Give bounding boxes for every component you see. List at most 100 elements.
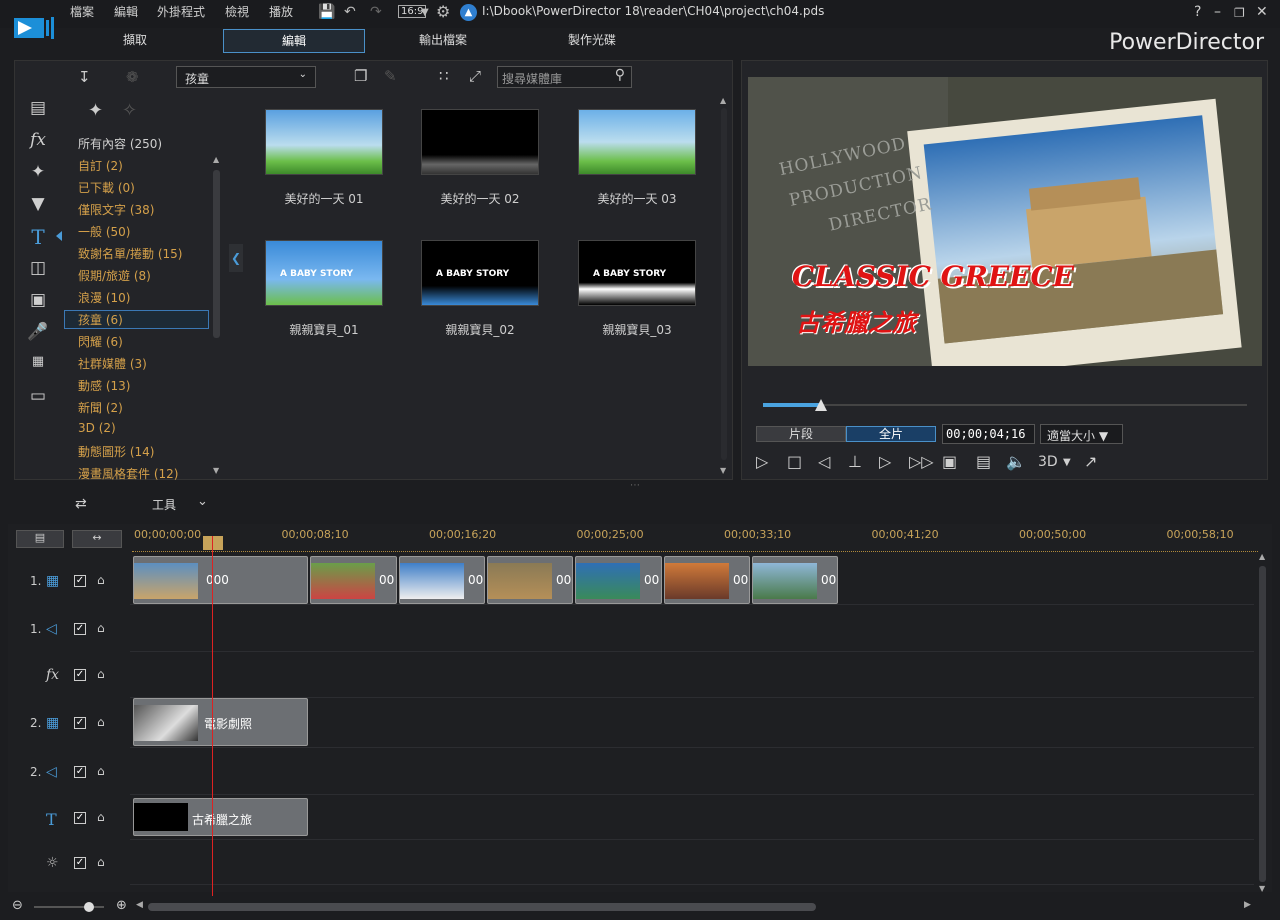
previous-frame-icon[interactable]: ◁ xyxy=(818,452,830,471)
track-row[interactable] xyxy=(130,652,1254,698)
track-height-icon[interactable]: ↔ xyxy=(72,530,122,548)
template-thumbnail[interactable]: A BABY STORY xyxy=(578,240,696,306)
notification-bell-icon[interactable]: ▲ xyxy=(460,4,477,21)
template-thumbnail[interactable] xyxy=(421,109,539,175)
menu-file[interactable]: 檔案 xyxy=(70,3,94,20)
category-item[interactable]: 動感 (13) xyxy=(78,377,130,394)
save-icon[interactable]: 💾 xyxy=(318,4,335,20)
category-item[interactable]: 社群媒體 (3) xyxy=(78,355,147,372)
template-thumbnail[interactable]: A BABY STORY xyxy=(265,240,383,306)
undo-icon[interactable]: ↶ xyxy=(344,4,356,20)
restore-icon[interactable]: ❐ xyxy=(1234,6,1245,20)
menu-play[interactable]: 播放 xyxy=(269,3,293,20)
timeline-horizontal-scrollbar[interactable] xyxy=(148,903,816,911)
scroll-up-icon[interactable]: ▲ xyxy=(213,155,219,164)
media-room-icon[interactable]: ▤ xyxy=(24,98,52,118)
preview-viewer[interactable]: HOLLYWOOD PRODUCTION DIRECTOR CLASSIC GR… xyxy=(748,77,1262,366)
volume-icon[interactable]: 🔈 xyxy=(1006,452,1026,471)
category-item[interactable]: 3D (2) xyxy=(78,421,116,435)
timeline-clip[interactable]: 00 xyxy=(487,556,573,604)
scroll-down-icon[interactable]: ▼ xyxy=(720,466,726,475)
fx-room-icon[interactable]: fx xyxy=(24,130,52,150)
category-item[interactable]: 一般 (50) xyxy=(78,223,130,240)
category-item[interactable]: 已下載 (0) xyxy=(78,179,135,196)
preview-progress-track[interactable] xyxy=(763,404,1247,406)
template-thumbnail[interactable]: A BABY STORY xyxy=(421,240,539,306)
chapter-room-icon[interactable]: ▦ xyxy=(24,354,52,369)
template-thumbnail[interactable] xyxy=(578,109,696,175)
category-item[interactable]: 假期/旅遊 (8) xyxy=(78,267,151,284)
track-row[interactable] xyxy=(130,748,1254,795)
scroll-right-icon[interactable]: ▶ xyxy=(1244,900,1251,910)
help-button[interactable]: ? xyxy=(1194,4,1201,20)
scroll-up-icon[interactable]: ▲ xyxy=(720,96,726,105)
lock-icon[interactable]: ⌂ xyxy=(97,810,105,824)
library-scrollbar[interactable] xyxy=(721,108,727,460)
particle-room-icon[interactable]: ▼ xyxy=(24,194,52,214)
timeline-clip[interactable]: 古希臘之旅 xyxy=(133,798,308,836)
fast-forward-icon[interactable]: ▷▷ xyxy=(909,452,934,471)
gear-icon[interactable]: ⚙ xyxy=(436,2,450,21)
chevron-down-icon[interactable]: ⌄ xyxy=(197,494,208,509)
chevron-down-icon[interactable]: ▼ xyxy=(1063,457,1071,468)
timeline-vertical-scrollbar[interactable] xyxy=(1259,566,1266,882)
tab-create-disc[interactable]: 製作光碟 xyxy=(537,29,647,53)
pip-room-icon[interactable]: ✦ xyxy=(24,162,52,182)
stop-icon[interactable]: □ xyxy=(787,452,802,471)
lock-icon[interactable]: ⌂ xyxy=(97,715,105,729)
zoom-out-icon[interactable]: ⊖ xyxy=(12,898,23,913)
play-icon[interactable]: ▷ xyxy=(756,452,768,471)
category-item[interactable]: 新聞 (2) xyxy=(78,399,123,416)
category-item[interactable]: 浪漫 (10) xyxy=(78,289,130,306)
category-item[interactable]: 致謝名單/捲動 (15) xyxy=(78,245,183,262)
category-item[interactable]: 僅限文字 (38) xyxy=(78,201,154,218)
lock-icon[interactable]: ⌂ xyxy=(97,855,105,869)
track-row[interactable] xyxy=(130,605,1254,652)
scroll-left-icon[interactable]: ◀ xyxy=(136,900,143,910)
category-item[interactable]: 自訂 (2) xyxy=(78,157,123,174)
zoom-in-icon[interactable]: ⊕ xyxy=(116,898,127,913)
category-item[interactable]: 孩童 (6) xyxy=(78,311,123,328)
track-enable-checkbox[interactable]: ✓ xyxy=(74,765,86,778)
search-input[interactable]: 搜尋媒體庫 ⚲ xyxy=(497,66,632,88)
category-item[interactable]: 動態圖形 (14) xyxy=(78,443,154,460)
category-item[interactable]: 所有內容 (250) xyxy=(78,135,162,152)
scroll-up-icon[interactable]: ▲ xyxy=(1259,552,1265,561)
menu-view[interactable]: 檢視 xyxy=(225,3,249,20)
subtitle-room-icon[interactable]: ▭ xyxy=(24,386,52,406)
track-enable-checkbox[interactable]: ✓ xyxy=(74,669,86,681)
scroll-down-icon[interactable]: ▼ xyxy=(1259,884,1265,893)
redo-icon[interactable]: ↷ xyxy=(370,4,382,20)
microphone-icon[interactable]: 🎤 xyxy=(24,322,52,342)
minimize-icon[interactable]: – xyxy=(1214,4,1221,20)
track-row[interactable] xyxy=(130,840,1254,885)
template-thumbnail[interactable] xyxy=(265,109,383,175)
download-content-icon[interactable]: ❁ xyxy=(126,68,139,86)
search-icon[interactable]: ⚲ xyxy=(615,67,625,83)
timeline-clip[interactable]: 電影劇照 xyxy=(133,698,308,746)
timeline-clip[interactable]: 00 xyxy=(575,556,662,604)
audio-mix-room-icon[interactable]: ▣ xyxy=(24,290,52,310)
menu-edit[interactable]: 編輯 xyxy=(114,3,138,20)
track-enable-checkbox[interactable]: ✓ xyxy=(74,622,86,635)
transition-room-icon[interactable]: ◫ xyxy=(24,258,52,278)
fit-timeline-icon[interactable]: ⇄ xyxy=(75,496,87,512)
next-frame-icon[interactable]: ▷ xyxy=(879,452,891,471)
chevron-down-icon[interactable]: ▼ xyxy=(421,7,429,18)
tab-capture[interactable]: 擷取 xyxy=(80,29,190,53)
clip-mode-button[interactable]: 片段 xyxy=(756,426,846,442)
tab-produce[interactable]: 輸出檔案 xyxy=(388,29,498,53)
timeline-clip[interactable]: 000 xyxy=(133,556,308,604)
add-tag-icon[interactable]: ✦ xyxy=(88,100,103,121)
snapshot-icon[interactable]: ▣ xyxy=(942,452,957,471)
lock-icon[interactable]: ⌂ xyxy=(97,621,105,635)
title-room-icon[interactable]: T xyxy=(24,225,52,249)
3d-mode-button[interactable]: 3D xyxy=(1038,454,1058,470)
timeline-clip[interactable]: 00 xyxy=(399,556,485,604)
menu-plugins[interactable]: 外掛程式 xyxy=(157,3,205,20)
playhead-marker[interactable] xyxy=(203,536,223,550)
zoom-fit-dropdown[interactable]: 適當大小 ▼ xyxy=(1040,424,1123,444)
category-item[interactable]: 漫畫風格套件 (12) xyxy=(78,465,178,482)
undock-icon[interactable]: ↗ xyxy=(1084,452,1097,471)
import-icon[interactable]: ↧ xyxy=(78,68,91,86)
